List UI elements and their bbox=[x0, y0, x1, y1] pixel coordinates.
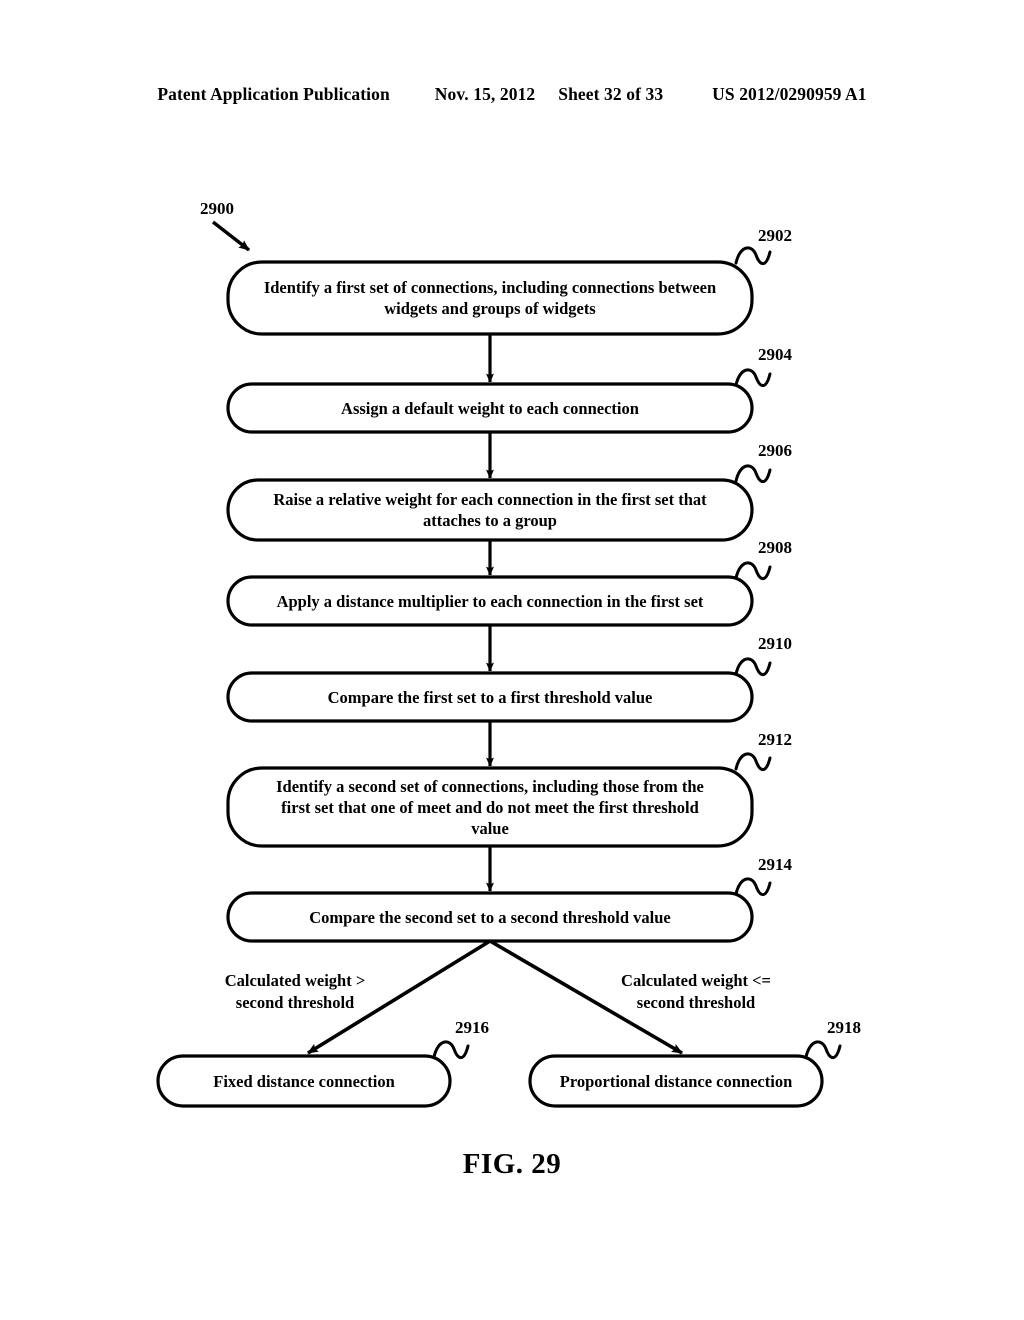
reference-numeral-2902: 2902 bbox=[758, 226, 792, 245]
reference-numeral-2904: 2904 bbox=[758, 345, 792, 364]
leader-squiggle-2916 bbox=[432, 1040, 470, 1060]
reference-numeral-2910: 2910 bbox=[758, 634, 792, 653]
branch-label-right: Calculated weight <= second threshold bbox=[621, 971, 771, 1012]
process-box-2914 bbox=[226, 891, 754, 943]
reference-numeral-2900: 2900 bbox=[200, 199, 234, 218]
leader-squiggle-2914 bbox=[734, 877, 772, 897]
figure-caption: FIG. 29 bbox=[462, 1148, 562, 1180]
reference-numeral-2908: 2908 bbox=[758, 538, 792, 557]
leader-squiggle-2906 bbox=[734, 464, 772, 484]
process-box-2902 bbox=[226, 260, 754, 336]
leader-squiggle-2908 bbox=[734, 561, 772, 581]
reference-numeral-2918: 2918 bbox=[827, 1018, 861, 1037]
reference-numeral-2916: 2916 bbox=[455, 1018, 489, 1037]
process-box-2918 bbox=[528, 1054, 824, 1108]
leader-squiggle-2912 bbox=[734, 752, 772, 772]
leader-squiggle-2902 bbox=[734, 246, 772, 266]
reference-numeral-2906: 2906 bbox=[758, 441, 792, 460]
flowchart-diagram: Identify a first set of connections, inc… bbox=[0, 0, 1024, 1320]
flowchart-canvas bbox=[156, 220, 842, 1108]
leader-squiggle-2918 bbox=[804, 1040, 842, 1060]
leader-squiggle-2910 bbox=[734, 657, 772, 677]
reference-numeral-2914: 2914 bbox=[758, 855, 792, 874]
diagram-ref-arrow bbox=[211, 220, 251, 252]
process-box-2908 bbox=[226, 575, 754, 627]
process-box-2910 bbox=[226, 671, 754, 723]
reference-numeral-2912: 2912 bbox=[758, 730, 792, 749]
leader-squiggle-2904 bbox=[734, 368, 772, 388]
branch-label-left: Calculated weight > second threshold bbox=[224, 971, 366, 1012]
process-box-2906 bbox=[226, 478, 754, 542]
process-box-2904 bbox=[226, 382, 754, 434]
process-box-2916 bbox=[156, 1054, 452, 1108]
process-box-2912 bbox=[226, 766, 754, 848]
